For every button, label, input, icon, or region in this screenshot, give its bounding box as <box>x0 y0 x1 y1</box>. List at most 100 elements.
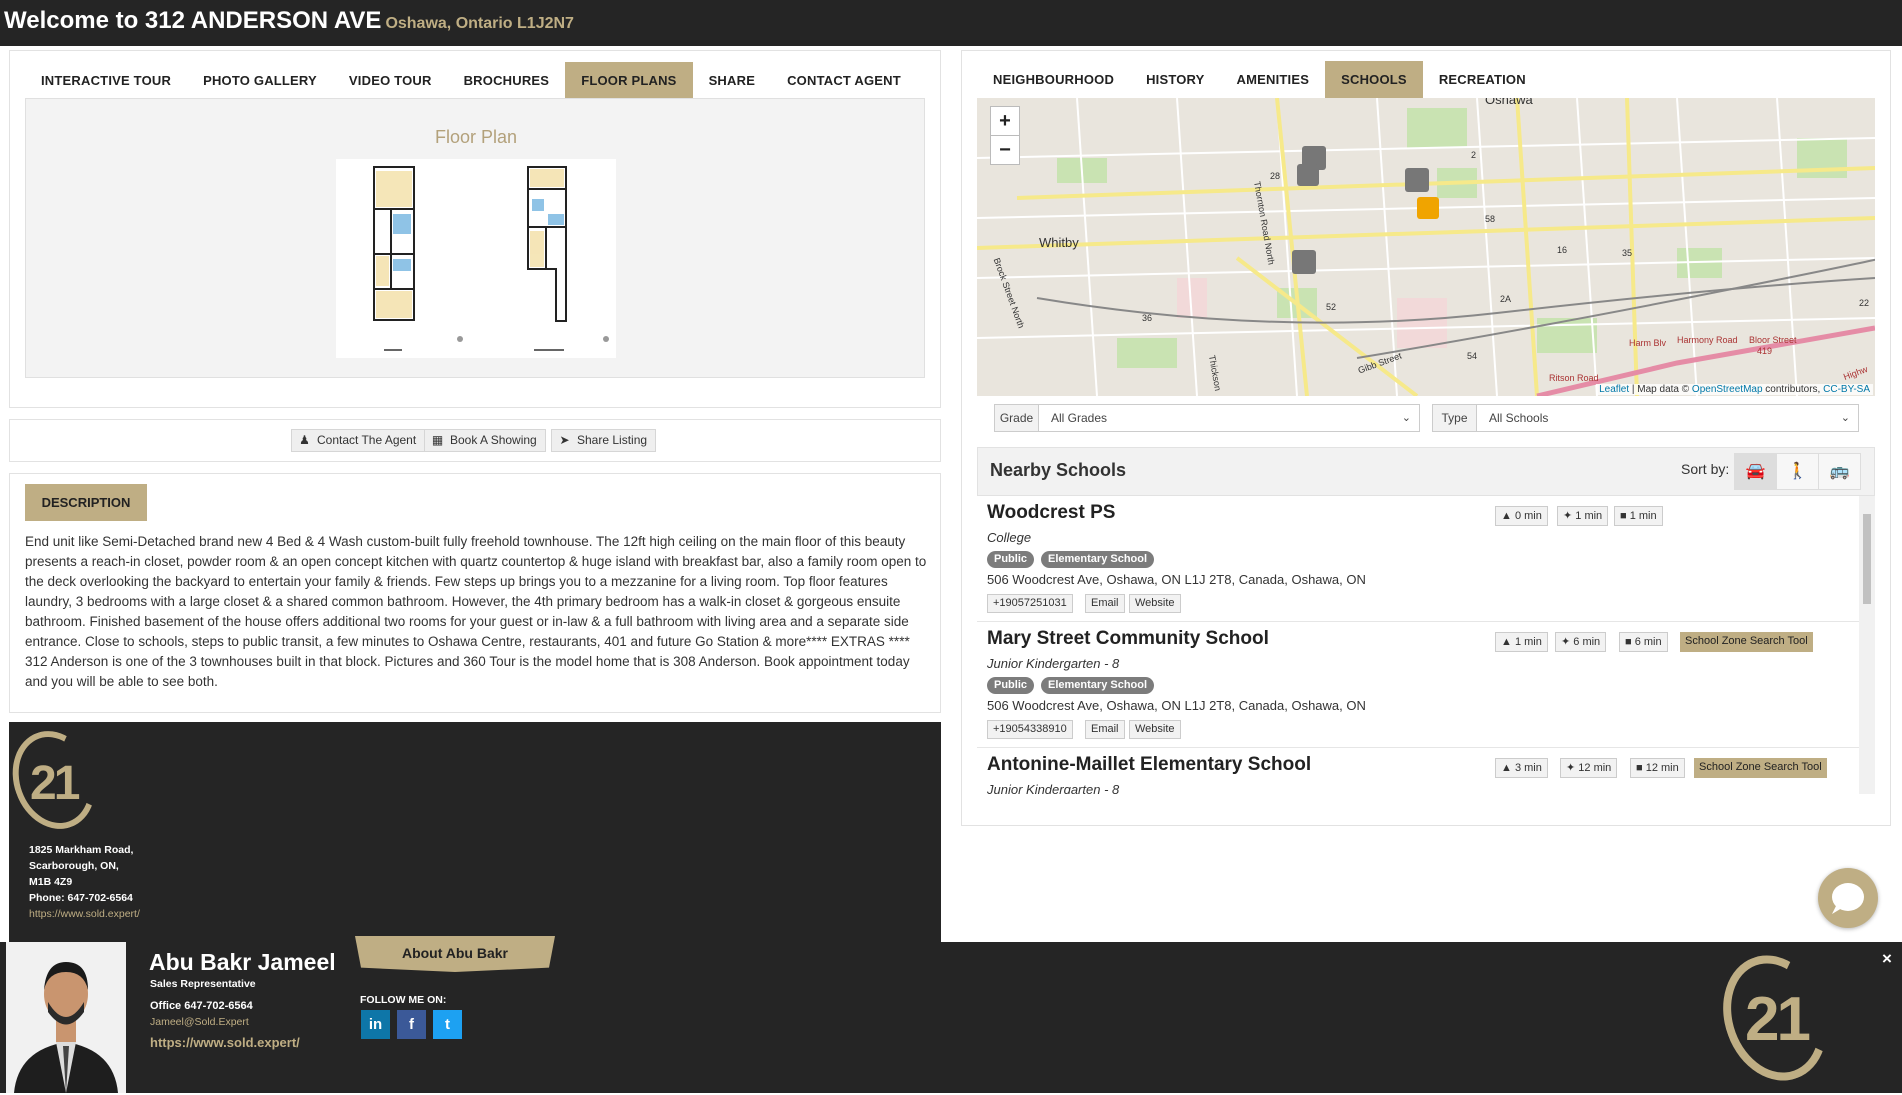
schools-map[interactable]: + − Oshawa Whitby Thornton Road North Br… <box>977 98 1875 396</box>
book-showing-button[interactable]: ▦ Book A Showing <box>424 429 546 452</box>
tab-interactive-tour[interactable]: INTERACTIVE TOUR <box>25 62 187 99</box>
school-grade: College <box>987 530 1032 545</box>
page-subtitle: Oshawa, Ontario L1J2N7 <box>385 15 574 32</box>
scrollbar-thumb[interactable] <box>1863 514 1871 604</box>
map-attribution: Leaflet | Map data © OpenStreetMap contr… <box>1596 384 1873 395</box>
century21-logo: 21 <box>1706 940 1844 1095</box>
route-54: 54 <box>1467 351 1478 361</box>
chat-button[interactable] <box>1818 868 1878 928</box>
sort-by-transit-button[interactable]: 🚌 <box>1818 453 1861 490</box>
type-filter-value: All Schools <box>1489 411 1549 425</box>
tab-video-tour[interactable]: VIDEO TOUR <box>333 62 448 99</box>
map-label-harm-blv: Harm Blv <box>1629 338 1667 348</box>
agent-website-link[interactable]: https://www.sold.expert/ <box>150 1035 300 1050</box>
route-36: 36 <box>1142 313 1153 323</box>
drive-time: ▲ 1 min <box>1495 632 1548 652</box>
share-icon: ➤ <box>559 433 570 447</box>
zoom-in-button[interactable]: + <box>990 106 1020 136</box>
sort-by-drive-button[interactable]: 🚘 <box>1734 453 1777 490</box>
share-listing-button[interactable]: ➤ Share Listing <box>551 429 657 452</box>
twitter-icon[interactable]: t <box>433 1010 462 1039</box>
school-grade: Junior Kindergarten - 8 <box>987 656 1120 671</box>
license-link[interactable]: CC-BY-SA <box>1823 384 1870 395</box>
about-agent-button[interactable]: About Abu Bakr <box>355 936 555 972</box>
facebook-icon[interactable]: f <box>397 1010 426 1039</box>
century21-logo: 21 <box>0 719 109 841</box>
school-item: Antonine-Maillet Elementary School Junio… <box>977 748 1859 794</box>
route-2: 2 <box>1471 150 1477 160</box>
bus-icon: ■ <box>1620 510 1627 522</box>
school-email-button[interactable]: Email <box>1085 720 1125 739</box>
osm-link[interactable]: OpenStreetMap <box>1692 384 1763 395</box>
sort-by-walk-button[interactable]: 🚶 <box>1776 453 1819 490</box>
tab-recreation[interactable]: RECREATION <box>1423 61 1542 98</box>
tab-contact-agent[interactable]: CONTACT AGENT <box>771 62 917 99</box>
tab-amenities[interactable]: AMENITIES <box>1221 61 1326 98</box>
zoom-out-button[interactable]: − <box>990 135 1020 165</box>
agent-name: Abu Bakr Jameel <box>149 949 336 975</box>
bus-icon: 🚌 <box>1829 463 1850 480</box>
tab-photo-gallery[interactable]: PHOTO GALLERY <box>187 62 333 99</box>
map-label-harmony-road: Harmony Road <box>1677 335 1738 345</box>
drive-time: ▲ 3 min <box>1495 758 1548 778</box>
school-name[interactable]: Mary Street Community School <box>987 628 1269 650</box>
grade-filter-label: Grade <box>995 405 1039 431</box>
school-name[interactable]: Antonine-Maillet Elementary School <box>987 754 1311 776</box>
office-phone: Phone: 647-702-6564 <box>29 892 133 904</box>
bus-icon: ■ <box>1625 636 1632 648</box>
tab-schools[interactable]: SCHOOLS <box>1325 61 1423 98</box>
car-icon: 🚘 <box>1745 463 1766 480</box>
tab-floor-plans[interactable]: FLOOR PLANS <box>565 62 693 99</box>
description-text: End unit like Semi-Detached brand new 4 … <box>25 534 927 689</box>
office-address: 1825 Markham Road, Scarborough, ON, M1B … <box>29 844 140 922</box>
school-zone-search-button[interactable]: School Zone Search Tool <box>1694 758 1827 778</box>
follow-me-label: FOLLOW ME ON: <box>360 994 447 1006</box>
linkedin-icon[interactable]: in <box>361 1010 390 1039</box>
close-icon[interactable]: × <box>1882 949 1892 969</box>
map-label-bloor-street: Bloor Street <box>1749 335 1797 345</box>
school-zone-search-button[interactable]: School Zone Search Tool <box>1680 632 1813 652</box>
grade-filter[interactable]: Grade All Grades ⌄ <box>994 404 1420 432</box>
schools-list-scrollbar[interactable] <box>1859 496 1875 794</box>
nearby-schools-header: Nearby Schools Sort by: 🚘 🚶 🚌 <box>977 447 1875 496</box>
floor-plan-title: Floor Plan <box>434 127 518 147</box>
map-label-whitby: Whitby <box>1039 235 1079 250</box>
leaflet-link[interactable]: Leaflet <box>1599 384 1629 395</box>
school-website-button[interactable]: Website <box>1129 720 1181 739</box>
transit-time: ■ 12 min <box>1630 758 1685 778</box>
contact-agent-button[interactable]: ♟ Contact The Agent <box>291 429 426 452</box>
tab-history[interactable]: HISTORY <box>1130 61 1220 98</box>
school-email-button[interactable]: Email <box>1085 594 1125 613</box>
tab-neighbourhood[interactable]: NEIGHBOURHOOD <box>977 61 1130 98</box>
school-phone[interactable]: +19054338910 <box>987 720 1073 739</box>
chevron-down-icon: ⌄ <box>1401 412 1411 424</box>
chevron-down-icon: ⌄ <box>1840 412 1850 424</box>
agent-bar: Abu Bakr Jameel Sales Representative Off… <box>0 936 1902 1095</box>
transit-time: ■ 6 min <box>1619 632 1668 652</box>
route-2a: 2A <box>1500 294 1512 304</box>
tab-brochures[interactable]: BROCHURES <box>448 62 566 99</box>
walk-icon: ✦ <box>1561 636 1571 648</box>
school-phone[interactable]: +19057251031 <box>987 594 1073 613</box>
route-419: 419 <box>1757 346 1773 356</box>
school-name[interactable]: Woodcrest PS <box>987 502 1115 524</box>
walk-time: ✦ 6 min <box>1555 632 1607 652</box>
tab-share[interactable]: SHARE <box>693 62 772 99</box>
route-58: 58 <box>1485 214 1496 224</box>
car-icon: ▲ <box>1501 510 1512 522</box>
walk-icon: 🚶 <box>1787 463 1808 480</box>
office-website-link[interactable]: https://www.sold.expert/ <box>29 906 140 922</box>
floor-plan-image[interactable] <box>336 159 616 358</box>
schools-list[interactable]: Woodcrest PS College Public Elementary S… <box>977 496 1859 794</box>
route-16: 16 <box>1557 245 1568 255</box>
person-icon: ♟ <box>299 433 310 447</box>
school-badge-level: Elementary School <box>1041 551 1155 568</box>
sort-by-label: Sort by: <box>1681 461 1730 477</box>
agent-email-link[interactable]: Jameel@Sold.Expert <box>150 1016 249 1028</box>
school-address: 506 Woodcrest Ave, Oshawa, ON L1J 2T8, C… <box>987 572 1366 587</box>
school-website-button[interactable]: Website <box>1129 594 1181 613</box>
car-icon: ▲ <box>1501 762 1512 774</box>
map-label-ritson-road: Ritson Road <box>1549 373 1599 383</box>
type-filter[interactable]: Type All Schools ⌄ <box>1432 404 1859 432</box>
agent-photo <box>6 942 126 1093</box>
